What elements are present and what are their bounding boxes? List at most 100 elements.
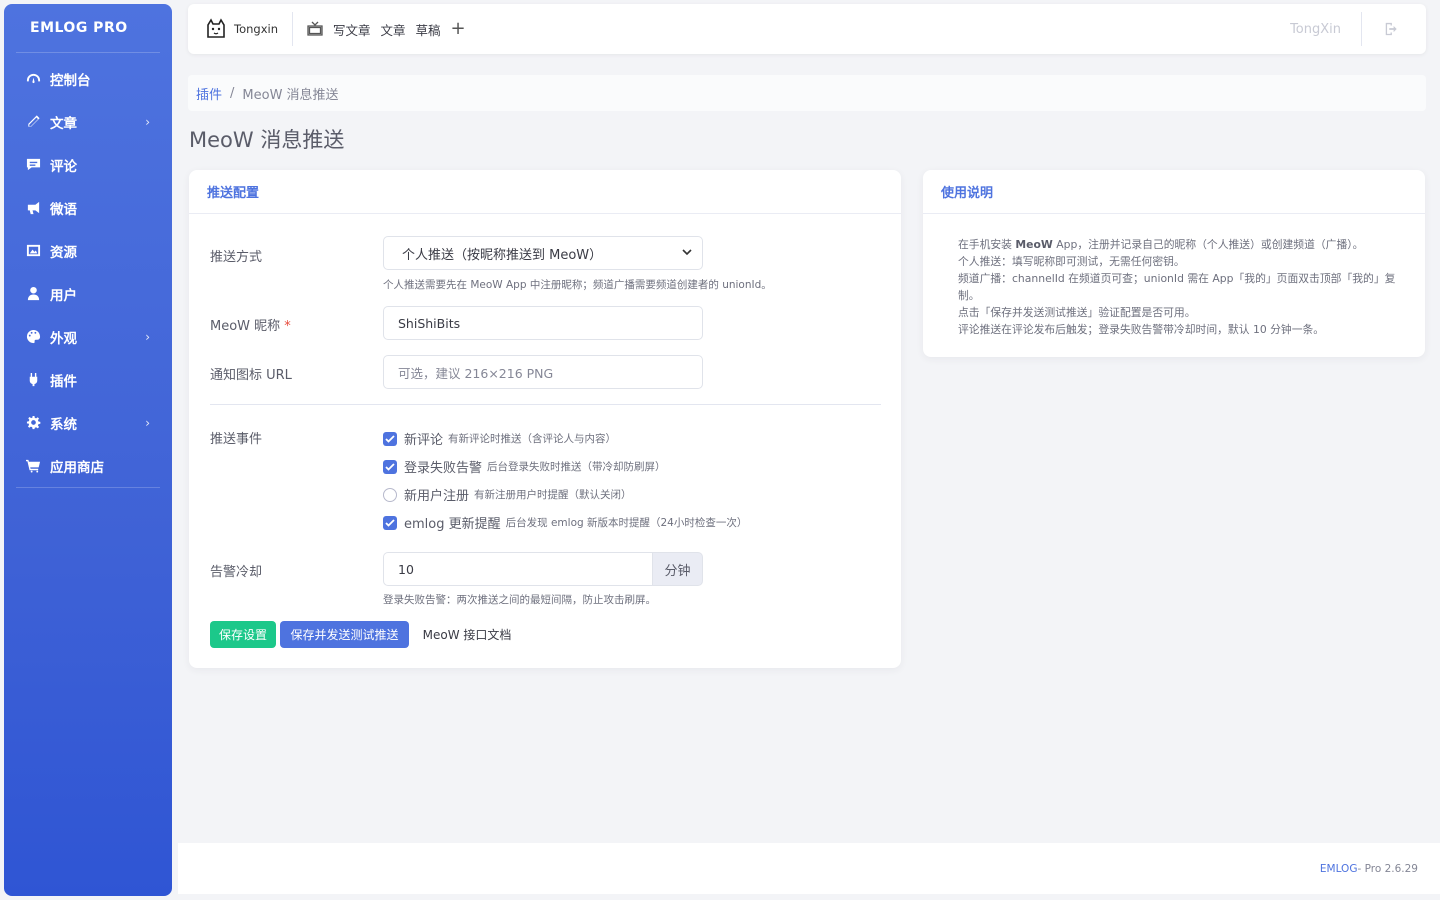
events-label: 推送事件 <box>210 432 263 447</box>
footer-brand-link[interactable]: EMLOG <box>1320 863 1358 875</box>
required-mark: * <box>284 319 291 334</box>
sidebar-item-appearance[interactable]: 外观 › <box>4 315 172 358</box>
event-desc: 有新评论时推送（含评论人与内容） <box>448 433 617 445</box>
checkbox-checked[interactable] <box>383 459 397 474</box>
checkbox-checked[interactable] <box>383 431 397 446</box>
gear-icon <box>24 414 42 432</box>
sidebar-item-label: 评论 <box>50 158 77 175</box>
check-icon <box>385 518 395 527</box>
event-login-fail[interactable]: 登录失败告警 后台登录失败时推送（带冷却防刷屏） <box>383 457 666 476</box>
breadcrumb-plugins-link[interactable]: 插件 <box>196 84 222 103</box>
sidebar-item-label: 微语 <box>50 201 77 218</box>
push-mode-help: 个人推送需要先在 MeoW App 中注册昵称；频道广播需要频道创建者的 uni… <box>383 279 772 291</box>
event-title: 新评论 <box>404 433 444 448</box>
event-new-comment[interactable]: 新评论 有新评论时推送（含评论人与内容） <box>383 429 616 448</box>
brand-logo[interactable]: EMLOG PRO <box>4 4 172 52</box>
topbar: Tongxin 写文章 文章 草稿 + TongXin <box>188 4 1426 54</box>
sidebar-divider <box>16 487 160 488</box>
nickname-label: MeoW 昵称 * <box>210 315 291 334</box>
sidebar-item-dashboard[interactable]: 控制台 <box>4 57 172 100</box>
plus-icon[interactable]: + <box>451 20 466 38</box>
event-emlog-update[interactable]: emlog 更新提醒 后台发现 emlog 新版本时提醒（24小时检查一次） <box>383 513 747 532</box>
icon-url-label: 通知图标 URL <box>210 368 292 383</box>
site-name: Tongxin <box>234 22 278 36</box>
breadcrumb-separator: / <box>230 85 235 101</box>
sidebar-nav: 控制台 文章 › 评论 微语 资源 用户 外观 › 插件 系统 › 应用商店 <box>4 53 172 487</box>
tv-icon[interactable] <box>307 21 323 37</box>
sidebar-item-label: 用户 <box>50 287 77 304</box>
plug-icon <box>24 371 42 389</box>
nickname-label-text: MeoW 昵称 <box>210 319 281 334</box>
divider <box>210 404 881 405</box>
card-header: 使用说明 <box>923 170 1425 214</box>
breadcrumb-current: MeoW 消息推送 <box>242 87 339 103</box>
help-line-4: 点击「保存并发送测试推送」验证配置是否可用。 <box>958 306 1196 319</box>
event-new-user[interactable]: 新用户注册 有新注册用户时提醒（默认关闭） <box>383 485 632 504</box>
sidebar-item-label: 系统 <box>50 416 77 433</box>
site-logo-link[interactable]: Tongxin <box>188 12 293 46</box>
cooldown-input[interactable]: 10 <box>383 552 652 586</box>
save-test-button[interactable]: 保存并发送测试推送 <box>280 621 409 648</box>
palette-icon <box>24 328 42 346</box>
sidebar-item-label: 资源 <box>50 244 77 261</box>
checkbox-checked[interactable] <box>383 515 397 530</box>
cooldown-input-group: 10 分钟 <box>383 552 703 586</box>
push-mode-label: 推送方式 <box>210 250 263 265</box>
checkbox-unchecked[interactable] <box>383 487 397 502</box>
sidebar: EMLOG PRO 控制台 文章 › 评论 微语 资源 用户 外观 › 插件 系… <box>4 4 172 896</box>
icon-url-input[interactable]: 可选，建议 216×216 PNG <box>383 355 703 389</box>
drafts-link[interactable]: 草稿 <box>416 20 441 39</box>
sidebar-item-plugins[interactable]: 插件 <box>4 358 172 401</box>
bullhorn-icon <box>24 199 42 217</box>
user-name[interactable]: TongXin <box>1290 12 1362 46</box>
articles-link[interactable]: 文章 <box>381 20 406 39</box>
sidebar-item-users[interactable]: 用户 <box>4 272 172 315</box>
save-button[interactable]: 保存设置 <box>210 621 276 648</box>
sidebar-item-media[interactable]: 资源 <box>4 229 172 272</box>
push-config-card: 推送配置 推送方式 个人推送（按昵称推送到 MeoW） 个人推送需要先在 Meo… <box>189 170 901 668</box>
footer: EMLOG - Pro 2.6.29 <box>178 843 1440 894</box>
sidebar-item-label: 应用商店 <box>50 459 104 476</box>
event-title: 新用户注册 <box>404 489 470 504</box>
footer-version: - Pro 2.6.29 <box>1357 862 1418 875</box>
comment-icon <box>24 156 42 174</box>
help-line-3: 频道广播：channelId 在频道页可查；unionId 需在 App「我的」… <box>958 272 1396 302</box>
sidebar-item-system[interactable]: 系统 › <box>4 401 172 444</box>
push-mode-select[interactable]: 个人推送（按昵称推送到 MeoW） <box>383 236 703 270</box>
docs-link[interactable]: MeoW 接口文档 <box>415 621 519 648</box>
pencil-icon <box>24 113 42 131</box>
push-mode-selected: 个人推送（按昵称推送到 MeoW） <box>402 247 603 263</box>
sidebar-item-label: 文章 <box>50 115 77 132</box>
usage-help-text: 在手机安装 MeoW App，注册并记录自己的昵称（个人推送）或创建频道（广播）… <box>923 214 1425 338</box>
write-article-link[interactable]: 写文章 <box>333 20 371 39</box>
cooldown-unit: 分钟 <box>652 552 703 586</box>
logout-icon[interactable] <box>1362 22 1426 36</box>
user-icon <box>24 285 42 303</box>
image-icon <box>24 242 42 260</box>
help-line-1: 在手机安装 MeoW App，注册并记录自己的昵称（个人推送）或创建频道（广播）… <box>958 238 1364 251</box>
cooldown-help: 登录失败告警：两次推送之间的最短间隔，防止攻击刷屏。 <box>383 594 656 606</box>
help-line-5: 评论推送在评论发布后触发；登录失败告警带冷却时间，默认 10 分钟一条。 <box>958 323 1325 336</box>
usage-help-card: 使用说明 在手机安装 MeoW App，注册并记录自己的昵称（个人推送）或创建频… <box>923 170 1425 357</box>
event-desc: 后台登录失败时推送（带冷却防刷屏） <box>487 461 666 473</box>
card-header: 推送配置 <box>189 170 901 214</box>
sidebar-item-label: 控制台 <box>50 72 91 89</box>
help-line-2: 个人推送：填写昵称即可测试，无需任何密钥。 <box>958 255 1185 268</box>
sidebar-item-store[interactable]: 应用商店 <box>4 444 172 487</box>
quick-links: 写文章 文章 草稿 + <box>293 20 466 39</box>
sidebar-item-twitter[interactable]: 微语 <box>4 186 172 229</box>
event-title: emlog 更新提醒 <box>404 517 501 532</box>
breadcrumb: 插件 / MeoW 消息推送 <box>188 75 1426 111</box>
sidebar-item-articles[interactable]: 文章 › <box>4 100 172 143</box>
sidebar-item-comments[interactable]: 评论 <box>4 143 172 186</box>
chevron-right-icon: › <box>145 114 150 129</box>
check-icon <box>385 434 395 443</box>
cat-logo-icon <box>207 18 225 38</box>
event-desc: 有新注册用户时提醒（默认关闭） <box>474 489 632 501</box>
nickname-input[interactable]: ShiShiBits <box>383 306 703 340</box>
sidebar-item-label: 插件 <box>50 373 77 390</box>
dashboard-icon <box>24 70 42 88</box>
chevron-right-icon: › <box>145 329 150 344</box>
event-desc: 后台发现 emlog 新版本时提醒（24小时检查一次） <box>505 517 748 529</box>
sidebar-item-label: 外观 <box>50 330 77 347</box>
